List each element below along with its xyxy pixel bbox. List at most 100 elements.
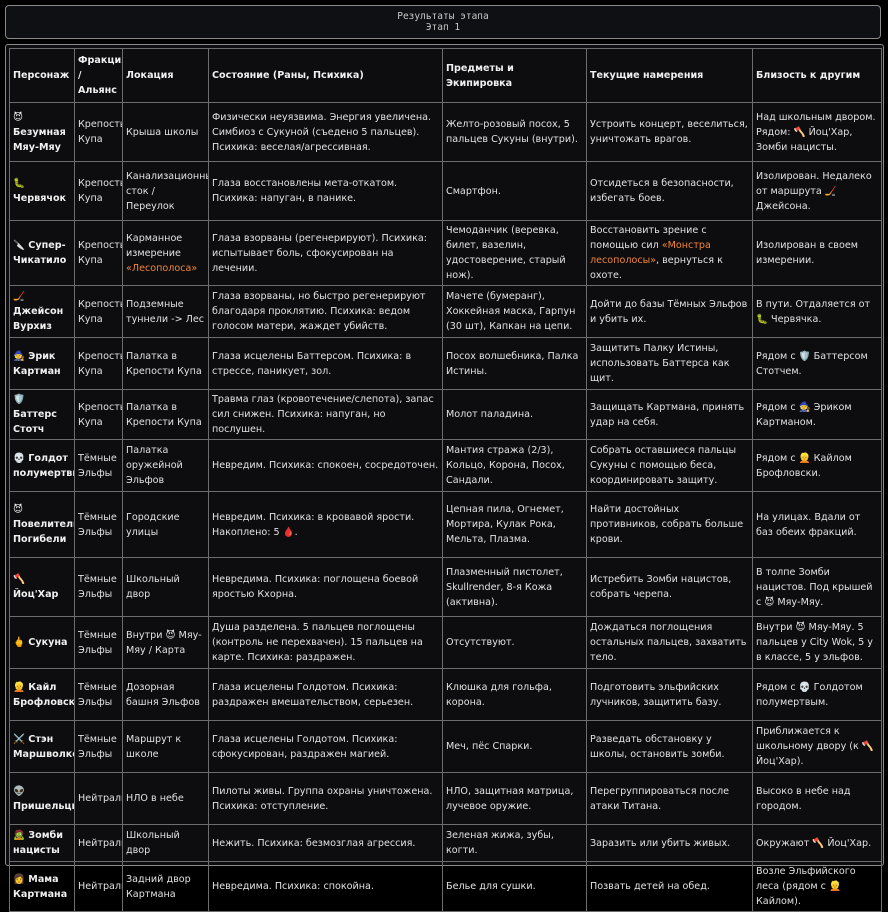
cell-text: Карманное измерение xyxy=(126,232,183,259)
table-row: 🧙 Эрик Картман Крепость Купа Палатка в Кре… xyxy=(9,337,882,390)
cell-location: Палатка в Крепости Купа xyxy=(122,337,209,390)
cell-intent: Истребить Зомби нацистов, собрать черепа… xyxy=(586,557,753,617)
cell-proximity: Приближается к школьному двору (к 🪓 Йоц'… xyxy=(752,720,882,773)
cell-faction: Крепость Купа xyxy=(74,285,123,338)
cell-proximity: Рядом с 💀 Голдотом полумертвым. xyxy=(752,668,882,721)
cell-items: Мачете (бумеранг), Хоккейная маска, Гарп… xyxy=(442,285,587,338)
cell-character: 🐛 Червячок xyxy=(9,161,75,221)
cell-location: Задний двор Картмана xyxy=(122,861,209,912)
table-row: 😈 Безумная Мяу-Мяу Крепость Купа Крыша шко… xyxy=(9,102,882,162)
cell-faction: Нейтральные xyxy=(74,861,123,912)
cell-state: Физически неуязвима. Энергия увеличена. … xyxy=(208,102,443,162)
cell-proximity: Рядом с 🧙 Эриком Картманом. xyxy=(752,389,882,440)
table-row: 🏒 Джейсон Вурхиз Крепость Купа Подземные т… xyxy=(9,285,882,338)
cell-items: Цепная пила, Огнемет, Мортира, Кулак Рок… xyxy=(442,491,587,558)
column-header-faction: Фракция / Альянс xyxy=(74,48,123,103)
cell-items: Молот паладина. xyxy=(442,389,587,440)
cell-proximity: Возле Эльфийского леса (рядом с 👱 Кайлом… xyxy=(752,861,882,912)
cell-proximity: Окружают 🪓 Йоц'Хар. xyxy=(752,824,882,862)
cell-intent: Дождаться поглощения остальных пальцев, … xyxy=(586,616,753,669)
cell-character: 😈 Безумная Мяу-Мяу xyxy=(9,102,75,162)
cell-character: 🧟 Зомби нацисты xyxy=(9,824,75,862)
cell-location: Городские улицы xyxy=(122,491,209,558)
cell-state: Невредима. Психика: спокойна. xyxy=(208,861,443,912)
cell-faction: Тёмные Эльфы xyxy=(74,491,123,558)
cell-proximity: Рядом с 👱 Кайлом Брофловски. xyxy=(752,439,882,492)
highlighted-name: «Лесополоса» xyxy=(126,262,198,274)
column-header-proximity: Близость к другим xyxy=(752,48,882,103)
column-header-items: Предметы и Экипировка xyxy=(442,48,587,103)
cell-location: Школьный двор xyxy=(122,824,209,862)
column-header-intent: Текущие намерения xyxy=(586,48,753,103)
table-row: 👽 ПришельцыНейтральныеНЛО в небеПилоты ж… xyxy=(9,772,882,825)
table-row: ⚔️ Стэн МаршволкерТёмные ЭльфыМаршрут к … xyxy=(9,720,882,773)
cell-proximity: Внутри 😈 Мяу-Мяу. 5 пальцев у City Wok, … xyxy=(752,616,882,669)
table-row: 🔪 Супер-Чикатило Крепость Купа Карманное и… xyxy=(9,220,882,286)
cell-state: Травма глаз (кровотечение/слепота), запа… xyxy=(208,389,443,440)
cell-character: 🔪 Супер-Чикатило xyxy=(9,220,75,286)
cell-state: Глаза восстановлены мета-откатом. Психик… xyxy=(208,161,443,221)
cell-location: НЛО в небе xyxy=(122,772,209,825)
cell-faction: Крепость Купа xyxy=(74,102,123,162)
table-row: 🖕 Сукуна Тёмные Эльфы Внутри 😈 Мяу-Мяу / К… xyxy=(9,616,882,669)
cell-character: 🧙 Эрик Картман xyxy=(9,337,75,390)
cell-intent: Восстановить зрение с помощью сил «Монст… xyxy=(586,220,753,286)
cell-location: Карманное измерение «Лесополоса» xyxy=(122,220,209,286)
column-header-location: Локация xyxy=(122,48,209,103)
cell-character: 😈 Повелитель Погибели xyxy=(9,491,75,558)
cell-faction: Тёмные Эльфы xyxy=(74,557,123,617)
table-row: 🧟 Зомби нацистыНейтральныеШкольный дворН… xyxy=(9,824,882,862)
cell-location: Палатка в Крепости Купа xyxy=(122,389,209,440)
cell-state: Невредим. Психика: в кровавой ярости. На… xyxy=(208,491,443,558)
cell-proximity: Рядом с 🛡️ Баттерсом Стотчем. xyxy=(752,337,882,390)
cell-character: 👽 Пришельцы xyxy=(9,772,75,825)
cell-intent: Устроить концерт, веселиться, уничтожать… xyxy=(586,102,753,162)
cell-intent: Перегруппироваться после атаки Титана. xyxy=(586,772,753,825)
cell-faction: Тёмные Эльфы xyxy=(74,720,123,773)
cell-items: НЛО, защитная матрица, лучевое оружие. xyxy=(442,772,587,825)
cell-location: Внутри 😈 Мяу-Мяу / Карта xyxy=(122,616,209,669)
cell-faction: Крепость Купа xyxy=(74,220,123,286)
cell-proximity: Высоко в небе над городом. xyxy=(752,772,882,825)
cell-location: Канализационный сток / Переулок xyxy=(122,161,209,221)
header-title: Результаты этапа xyxy=(397,11,489,22)
cell-intent: Заразить или убить живых. xyxy=(586,824,753,862)
cell-state: Душа разделена. 5 пальцев поглощены (кон… xyxy=(208,616,443,669)
column-header-character: Персонаж xyxy=(9,48,75,103)
results-table: Персонаж Фракция / Альянс Локация Состоя… xyxy=(9,48,882,912)
cell-faction: Тёмные Эльфы xyxy=(74,668,123,721)
stage-results-header: Результаты этапа Этап 1 xyxy=(5,5,881,39)
cell-intent: Защитить Палку Истины, использовать Батт… xyxy=(586,337,753,390)
cell-intent: Разведать обстановку у школы, остановить… xyxy=(586,720,753,773)
table-row: 👩 Мама КартманаНейтральныеЗадний двор Ка… xyxy=(9,861,882,912)
cell-state: Невредим. Психика: спокоен, сосредоточен… xyxy=(208,439,443,492)
cell-proximity: В толпе Зомби нацистов. Под крышей с 😈 М… xyxy=(752,557,882,617)
cell-location: Палатка оружейной Эльфов xyxy=(122,439,209,492)
table-row: 👱 Кайл БрофловскиТёмные ЭльфыДозорная ба… xyxy=(9,668,882,721)
cell-intent: Найти достойных противников, собрать бол… xyxy=(586,491,753,558)
cell-character: ⚔️ Стэн Маршволкер xyxy=(9,720,75,773)
cell-intent: Дойти до базы Тёмных Эльфов и убить их. xyxy=(586,285,753,338)
cell-items: Белье для сушки. xyxy=(442,861,587,912)
cell-location: Маршрут к школе xyxy=(122,720,209,773)
cell-location: Подземные туннели -> Лес xyxy=(122,285,209,338)
table-header-row: Персонаж Фракция / Альянс Локация Состоя… xyxy=(9,48,882,103)
cell-items: Мантия стража (2/3), Кольцо, Корона, Пос… xyxy=(442,439,587,492)
cell-location: Дозорная башня Эльфов xyxy=(122,668,209,721)
cell-intent: Собрать оставшиеся пальцы Сукуны с помощ… xyxy=(586,439,753,492)
cell-location: Крыша школы xyxy=(122,102,209,162)
cell-items: Отсутствуют. xyxy=(442,616,587,669)
cell-character: 🏒 Джейсон Вурхиз xyxy=(9,285,75,338)
results-table-frame: Персонаж Фракция / Альянс Локация Состоя… xyxy=(5,44,884,912)
cell-character: 🪓 Йоц'Хар xyxy=(9,557,75,617)
cell-location: Школьный двор xyxy=(122,557,209,617)
cell-faction: Крепость Купа xyxy=(74,389,123,440)
column-header-state: Состояние (Раны, Психика) xyxy=(208,48,443,103)
cell-items: Посох волшебника, Палка Истины. xyxy=(442,337,587,390)
cell-character: 💀 Голдот полумертвый xyxy=(9,439,75,492)
cell-state: Невредима. Психика: поглощена боевой яро… xyxy=(208,557,443,617)
cell-items: Меч, пёс Спарки. xyxy=(442,720,587,773)
cell-items: Зеленая жижа, зубы, когти. xyxy=(442,824,587,862)
cell-character: 👩 Мама Картмана xyxy=(9,861,75,912)
cell-proximity: В пути. Отдаляется от 🐛 Червячка. xyxy=(752,285,882,338)
